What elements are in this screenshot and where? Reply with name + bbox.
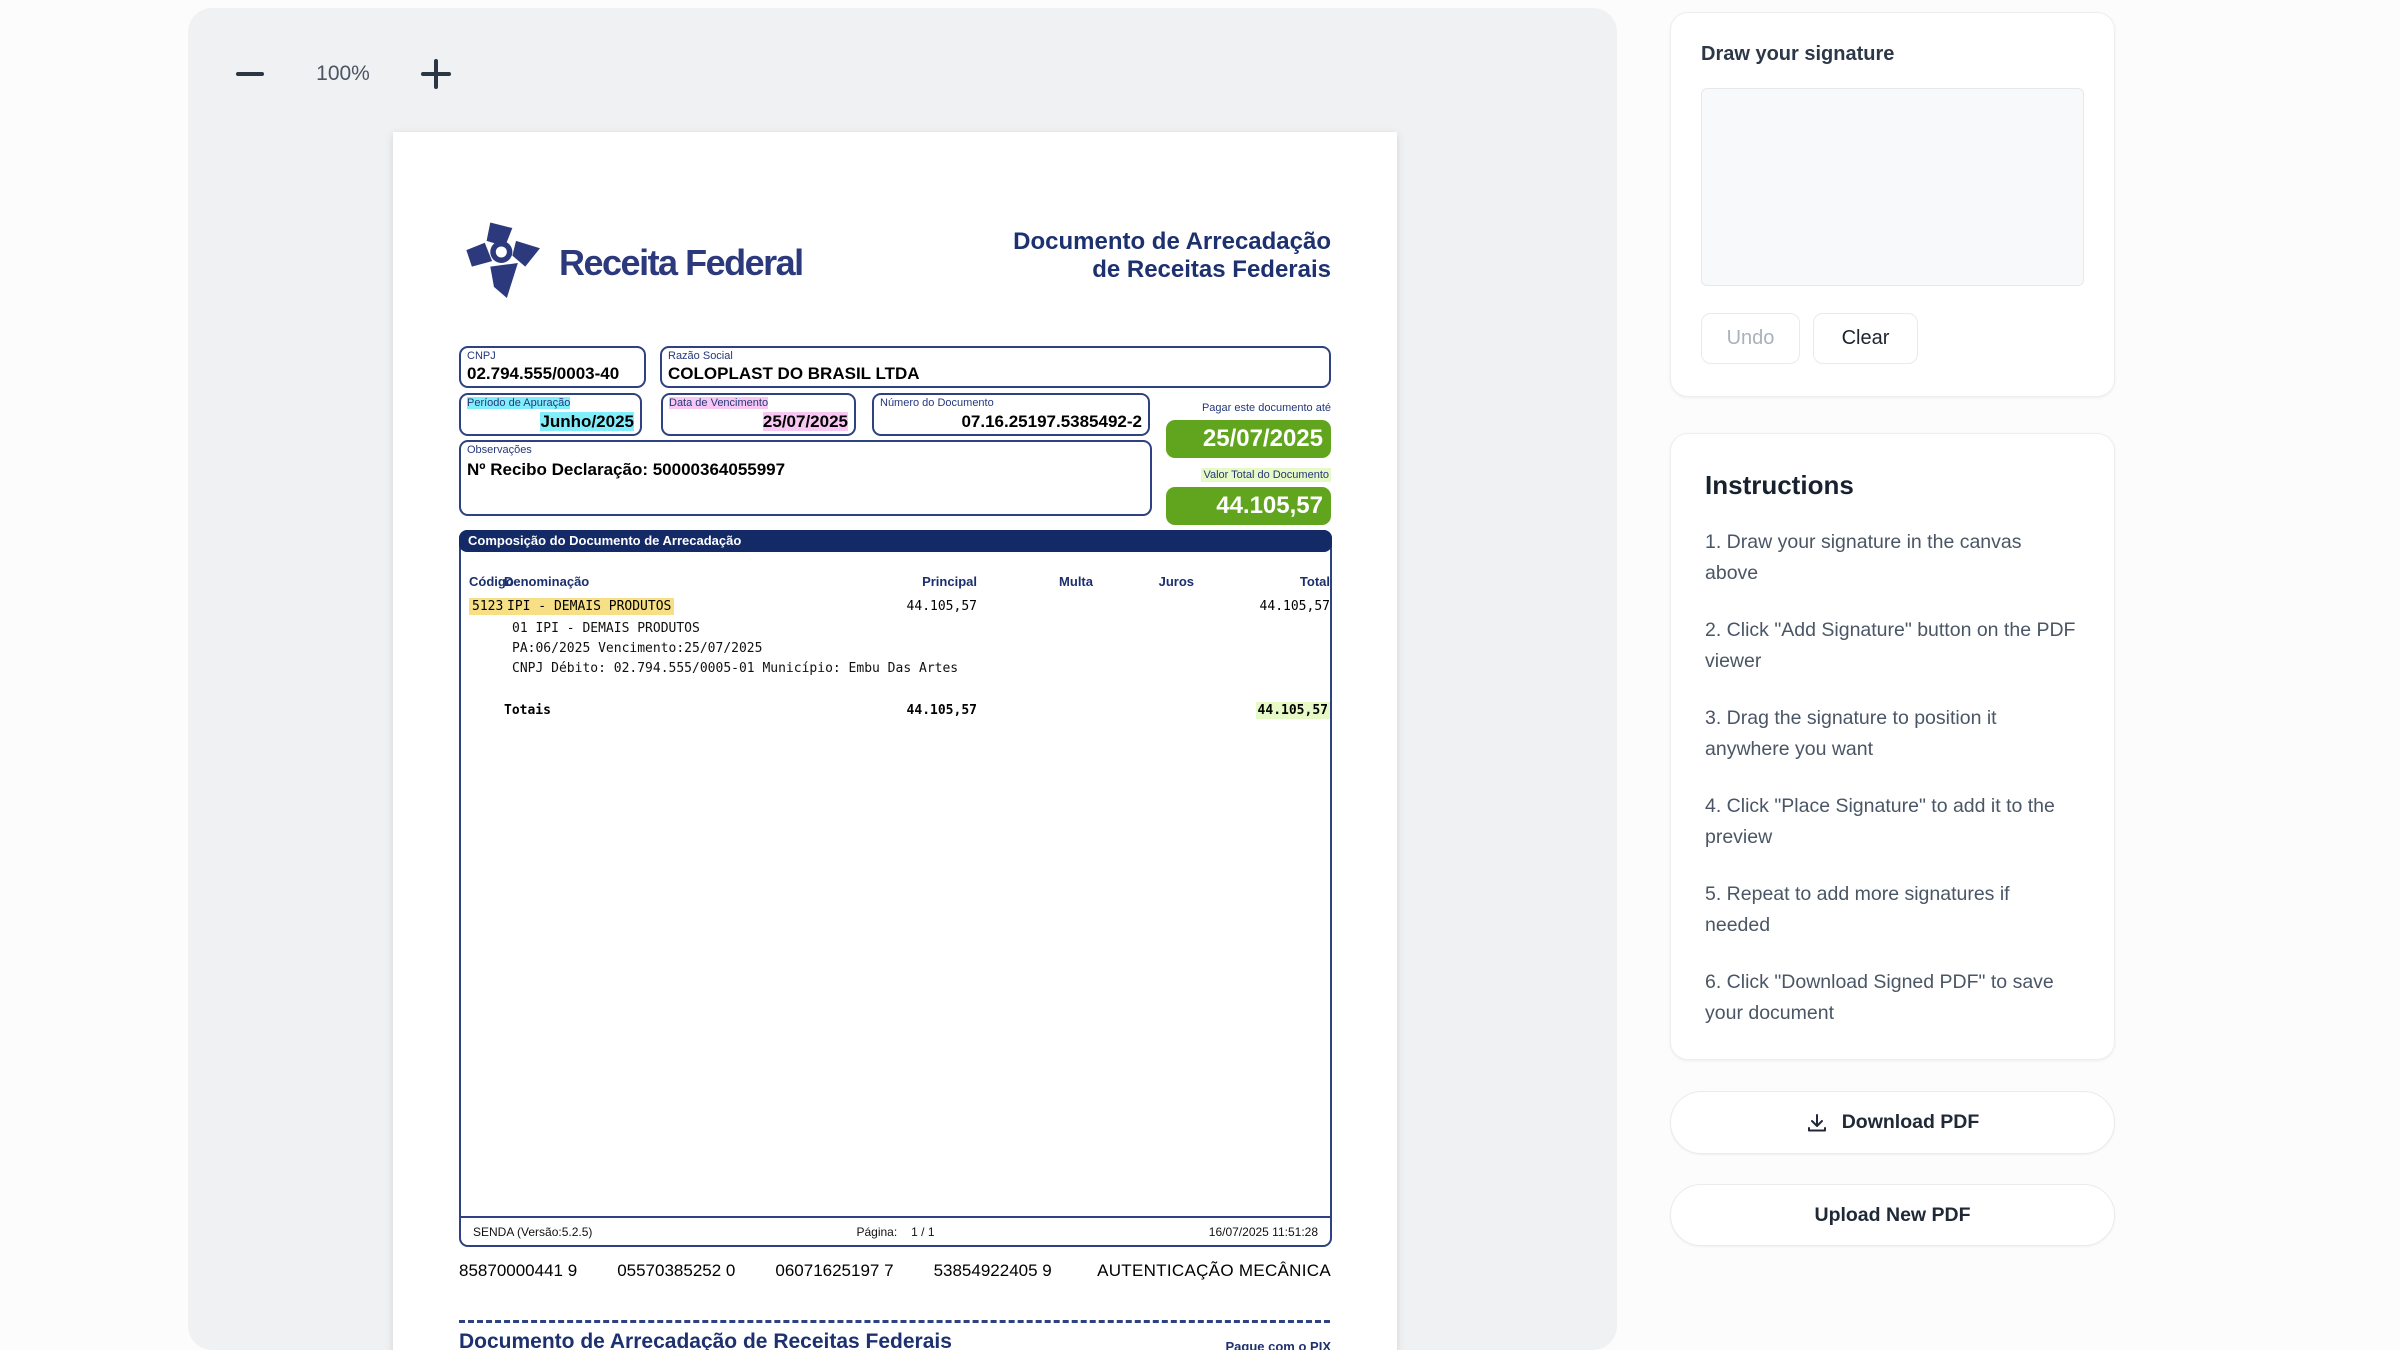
pix-label: Pague com o PIX [1226, 1339, 1331, 1350]
barcode-number: 85870000441 9 [459, 1261, 577, 1281]
composition-table: Composição do Documento de Arrecadação C… [459, 530, 1332, 1247]
field-data-vencimento: Data de Vencimento 25/07/2025 [661, 393, 856, 436]
upload-new-pdf-button[interactable]: Upload New PDF [1670, 1184, 2115, 1246]
receita-federal-logo: Receita Federal [459, 216, 803, 310]
barcode-number: 06071625197 7 [775, 1261, 893, 1281]
instructions-card: Instructions 1. Draw your signature in t… [1670, 433, 2115, 1060]
barcode-number: 05570385252 0 [617, 1261, 735, 1281]
instruction-step: 6. Click "Download Signed PDF" to save y… [1705, 967, 2080, 1029]
cut-line-separator [459, 1320, 1330, 1323]
table-row-details: 01 IPI - DEMAIS PRODUTOS PA:06/2025 Venc… [512, 619, 1330, 679]
instructions-title: Instructions [1705, 470, 2080, 501]
page-indicator: Página:1 / 1 [461, 1225, 1330, 1239]
zoom-out-button[interactable] [230, 54, 270, 94]
document-footer-bar: SENDA (Versão:5.2.5) Página:1 / 1 16/07/… [461, 1216, 1330, 1245]
plus-icon [421, 59, 451, 89]
download-pdf-button[interactable]: Download PDF [1670, 1091, 2115, 1154]
table-row: 5123 IPI - DEMAIS PRODUTOS 44.105,57 44.… [461, 599, 1330, 614]
valor-total-label: Valor Total do Documento [1201, 468, 1331, 482]
pdf-viewer: 100% Receita Federal [188, 8, 1617, 1350]
autenticacao-mecanica-label: AUTENTICAÇÃO MECÂNICA [1097, 1261, 1331, 1281]
field-observacoes: Observações Nº Recibo Declaração: 500003… [459, 440, 1152, 516]
total-value-box: 44.105,57 [1166, 487, 1331, 525]
document-fields: CNPJ 02.794.555/0003-40 Razão Social COL… [459, 346, 1331, 516]
composition-bar: Composição do Documento de Arrecadação [459, 530, 1332, 552]
instruction-step: 3. Drag the signature to position it any… [1705, 703, 2080, 765]
barcode-numbers-row: 85870000441 9 05570385252 0 06071625197 … [459, 1261, 1331, 1281]
signature-canvas[interactable] [1701, 88, 2084, 286]
signature-sidebar: Draw your signature Undo Clear Instructi… [1670, 12, 2115, 1246]
field-numero-documento: Número do Documento 07.16.25197.5385492-… [872, 393, 1150, 436]
payment-summary: Pagar este documento até 25/07/2025 Valo… [1166, 398, 1331, 525]
next-section-title: Documento de Arrecadação de Receitas Fed… [459, 1330, 952, 1350]
due-date-box: 25/07/2025 [1166, 420, 1331, 458]
field-cnpj: CNPJ 02.794.555/0003-40 [459, 346, 646, 388]
pdf-page: Receita Federal Documento de Arrecadação… [393, 132, 1397, 1350]
instruction-step: 4. Click "Place Signature" to add it to … [1705, 791, 2080, 853]
minus-icon [236, 72, 264, 76]
instruction-step: 1. Draw your signature in the canvas abo… [1705, 527, 2080, 589]
document-title: Documento de Arrecadação de Receitas Fed… [1013, 228, 1331, 310]
instruction-step: 2. Click "Add Signature" button on the P… [1705, 615, 2080, 677]
table-header-row: Código Denominação Principal Multa Juros… [461, 574, 1330, 589]
clear-button[interactable]: Clear [1813, 313, 1918, 364]
pagar-ate-label: Pagar este documento até [1202, 402, 1331, 414]
zoom-in-button[interactable] [416, 54, 456, 94]
undo-button[interactable]: Undo [1701, 313, 1800, 364]
brand-wordmark: Receita Federal [559, 242, 803, 284]
document-header: Receita Federal Documento de Arrecadação… [459, 216, 1331, 310]
field-periodo-apuracao: Período de Apuração Junho/2025 [459, 393, 642, 436]
signature-card-title: Draw your signature [1701, 43, 2084, 66]
signature-card: Draw your signature Undo Clear [1670, 12, 2115, 397]
instruction-step: 5. Repeat to add more signatures if need… [1705, 879, 2080, 941]
field-razao-social: Razão Social COLOPLAST DO BRASIL LTDA [660, 346, 1331, 388]
barcode-number: 53854922405 9 [934, 1261, 1052, 1281]
zoom-toolbar: 100% [230, 54, 456, 94]
download-icon [1806, 1112, 1828, 1134]
receita-federal-emblem-icon [459, 216, 551, 310]
zoom-level: 100% [308, 62, 378, 86]
table-totals-row: Totais 44.105,57 44.105,57 [461, 703, 1330, 718]
